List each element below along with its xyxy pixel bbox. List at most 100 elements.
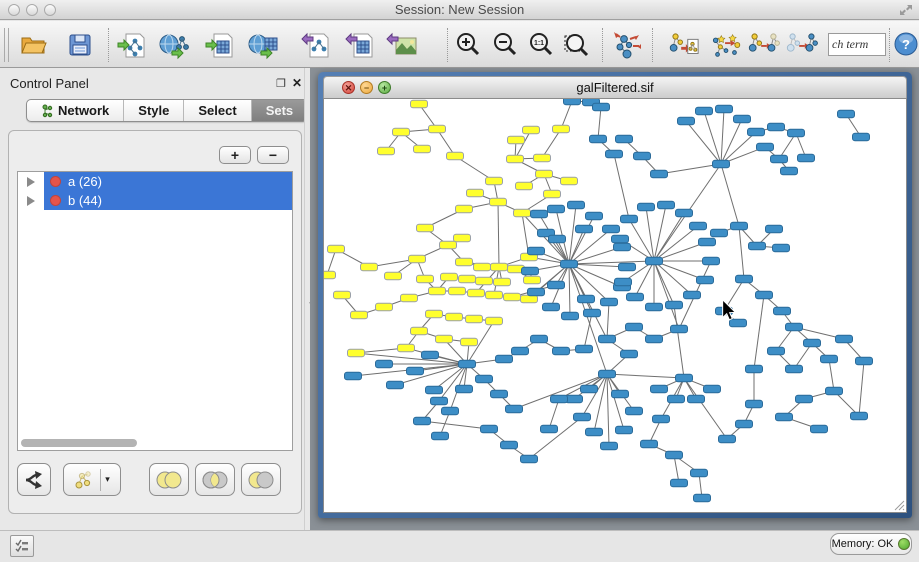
graph-node[interactable]: [626, 323, 643, 331]
graph-node[interactable]: [486, 177, 503, 185]
graph-node[interactable]: [593, 103, 610, 111]
graph-node[interactable]: [387, 381, 404, 389]
graph-node[interactable]: [731, 222, 748, 230]
open-session-button[interactable]: [17, 29, 49, 61]
graph-node[interactable]: [773, 244, 790, 252]
graph-node[interactable]: [576, 225, 593, 233]
sets-list[interactable]: a (26) b (44): [17, 171, 293, 451]
graph-node[interactable]: [676, 374, 693, 382]
graph-node[interactable]: [634, 152, 651, 160]
graph-node[interactable]: [671, 325, 688, 333]
tab-sets[interactable]: Sets: [252, 100, 307, 121]
graph-node[interactable]: [516, 182, 533, 190]
graph-node[interactable]: [626, 407, 643, 415]
graph-node[interactable]: [601, 442, 618, 450]
graph-node[interactable]: [627, 293, 644, 301]
graph-node[interactable]: [506, 405, 523, 413]
graph-node[interactable]: [417, 275, 434, 283]
graph-node[interactable]: [398, 344, 415, 352]
graph-node[interactable]: [671, 479, 688, 487]
graph-node[interactable]: [548, 205, 565, 213]
float-panel-icon[interactable]: ❐: [276, 77, 286, 90]
graph-node[interactable]: [768, 123, 785, 131]
window-titlebar[interactable]: Session: New Session: [0, 0, 919, 20]
set-row-a[interactable]: a (26): [18, 172, 292, 191]
save-session-button[interactable]: [64, 29, 96, 61]
graph-node[interactable]: [551, 395, 568, 403]
graph-node[interactable]: [757, 143, 774, 151]
graph-node[interactable]: [561, 260, 578, 268]
apply-layout-button[interactable]: [610, 29, 642, 61]
graph-node[interactable]: [449, 287, 466, 295]
graph-node[interactable]: [491, 263, 508, 271]
graph-node[interactable]: [786, 323, 803, 331]
graph-node[interactable]: [481, 425, 498, 433]
graph-node[interactable]: [459, 275, 476, 283]
graph-node[interactable]: [447, 152, 464, 160]
graph-node[interactable]: [564, 99, 581, 105]
graph-node[interactable]: [606, 150, 623, 158]
union-button[interactable]: [149, 463, 189, 496]
graph-node[interactable]: [553, 125, 570, 133]
graph-node[interactable]: [561, 177, 578, 185]
graph-node[interactable]: [486, 291, 503, 299]
graph-node[interactable]: [543, 303, 560, 311]
graph-node[interactable]: [756, 291, 773, 299]
export-image-button[interactable]: [386, 29, 418, 61]
graph-node[interactable]: [345, 372, 362, 380]
graph-node[interactable]: [522, 267, 539, 275]
graph-node[interactable]: [853, 133, 870, 141]
graph-node[interactable]: [821, 355, 838, 363]
graph-node[interactable]: [768, 347, 785, 355]
graph-node[interactable]: [786, 365, 803, 373]
select-nodes-button[interactable]: [710, 29, 742, 61]
expand-triangle-icon[interactable]: [27, 196, 35, 206]
tab-select[interactable]: Select: [184, 100, 251, 121]
help-button[interactable]: ?: [893, 31, 919, 57]
graph-node[interactable]: [544, 190, 561, 198]
graph-node[interactable]: [474, 263, 491, 271]
window-close-button[interactable]: [8, 4, 20, 16]
horizontal-scrollbar[interactable]: [21, 439, 291, 447]
graph-node[interactable]: [781, 167, 798, 175]
graph-node[interactable]: [490, 198, 507, 206]
graph-node[interactable]: [422, 351, 439, 359]
graph-node[interactable]: [501, 441, 518, 449]
network-frame[interactable]: ✕ − + galFiltered.sif: [318, 72, 912, 518]
graph-node[interactable]: [417, 224, 434, 232]
graph-node[interactable]: [411, 100, 428, 108]
graph-node[interactable]: [614, 243, 631, 251]
graph-node[interactable]: [599, 335, 616, 343]
import-table-web-button[interactable]: [247, 29, 279, 61]
graph-node[interactable]: [494, 278, 511, 286]
graph-node[interactable]: [486, 317, 503, 325]
graph-node[interactable]: [461, 338, 478, 346]
graph-node[interactable]: [456, 385, 473, 393]
graph-node[interactable]: [548, 281, 565, 289]
graph-node[interactable]: [456, 205, 473, 213]
graph-node[interactable]: [713, 160, 730, 168]
split-set-button[interactable]: [17, 463, 51, 496]
graph-node[interactable]: [771, 155, 788, 163]
window-zoom-button[interactable]: [44, 4, 56, 16]
graph-node[interactable]: [599, 370, 616, 378]
graph-node[interactable]: [568, 201, 585, 209]
graph-node[interactable]: [666, 301, 683, 309]
graph-node[interactable]: [619, 263, 636, 271]
graph-node[interactable]: [746, 365, 763, 373]
graph-node[interactable]: [385, 272, 402, 280]
graph-node[interactable]: [603, 225, 620, 233]
graph-node[interactable]: [699, 238, 716, 246]
graph-node[interactable]: [612, 235, 629, 243]
graph-node[interactable]: [429, 287, 446, 295]
window-minimize-button[interactable]: [26, 4, 38, 16]
graph-node[interactable]: [476, 277, 493, 285]
graph-node[interactable]: [456, 258, 473, 266]
graph-node[interactable]: [491, 390, 508, 398]
tab-network[interactable]: Network: [27, 100, 124, 121]
graph-node[interactable]: [716, 105, 733, 113]
graph-node[interactable]: [467, 189, 484, 197]
network-frame-titlebar[interactable]: ✕ − + galFiltered.sif: [323, 76, 907, 98]
graph-node[interactable]: [401, 294, 418, 302]
graph-node[interactable]: [586, 428, 603, 436]
